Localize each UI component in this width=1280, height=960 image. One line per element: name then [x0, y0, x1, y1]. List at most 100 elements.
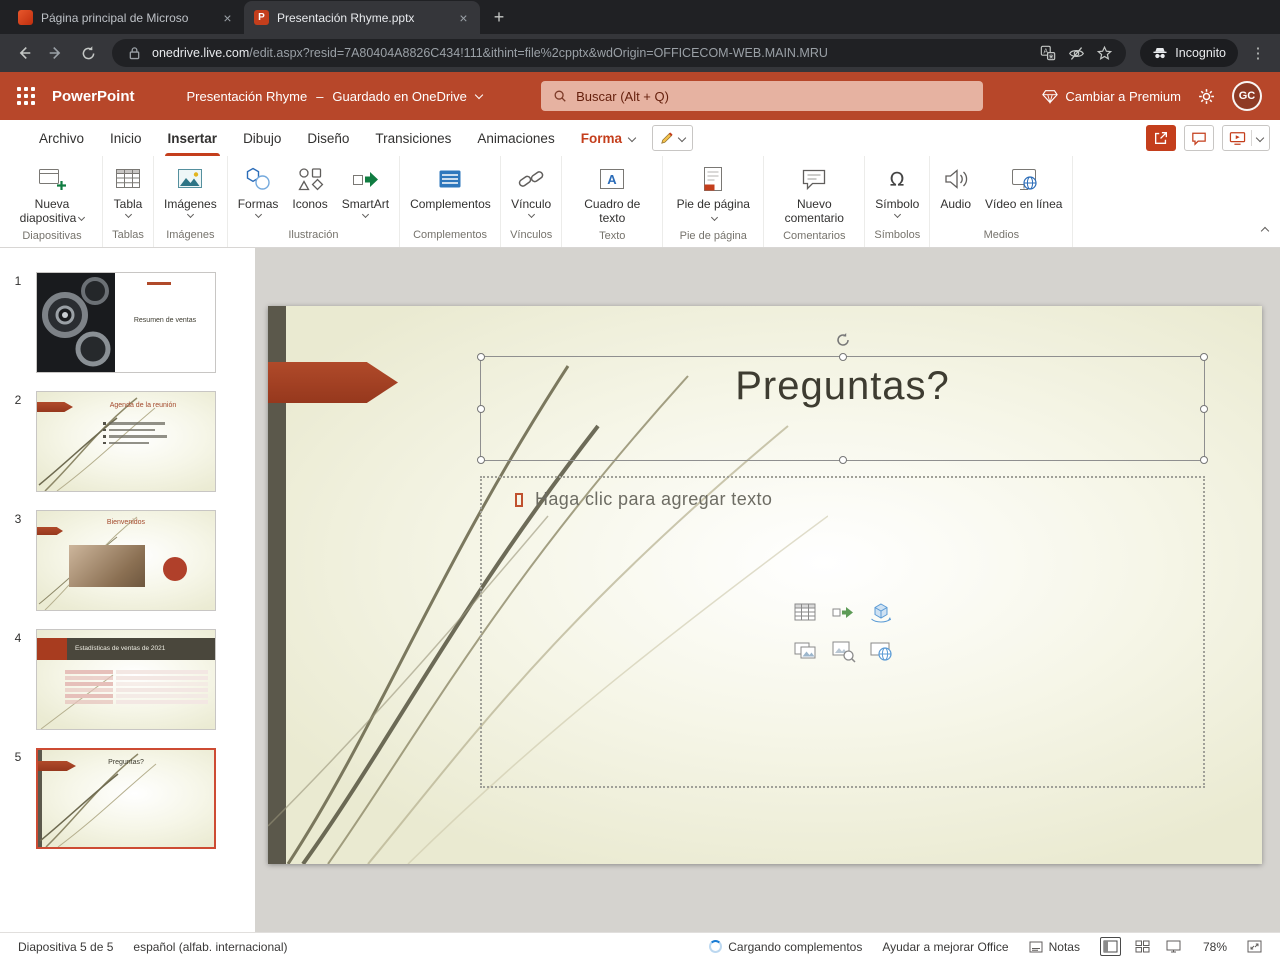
- tab-transiciones[interactable]: Transiciones: [362, 120, 464, 156]
- tab-animaciones[interactable]: Animaciones: [464, 120, 567, 156]
- tab-forma-contextual[interactable]: Forma: [568, 120, 627, 156]
- settings-gear-icon[interactable]: [1197, 87, 1216, 106]
- slide-surface[interactable]: Preguntas? Haga clic para agregar texto: [268, 306, 1262, 864]
- close-tab-icon[interactable]: ×: [219, 9, 236, 26]
- resize-handle-bottom-middle[interactable]: [838, 456, 847, 464]
- ppt-header: PowerPoint Presentación Rhyme – Guardado…: [0, 72, 1280, 120]
- slide-thumbnail-5-selected[interactable]: Preguntas?: [36, 748, 216, 849]
- slide-sorter-view-button[interactable]: [1133, 938, 1152, 955]
- zoom-level[interactable]: 78%: [1193, 940, 1237, 954]
- icons-button[interactable]: Iconos: [285, 161, 334, 213]
- improve-office-link[interactable]: Ayudar a mejorar Office: [872, 940, 1018, 954]
- slide-title-text[interactable]: Preguntas?: [735, 364, 950, 409]
- back-icon: [19, 47, 31, 59]
- grid-view-icon: [1135, 940, 1150, 953]
- tab-diseno[interactable]: Diseño: [294, 120, 362, 156]
- forma-tab-dropdown[interactable]: [627, 120, 644, 156]
- search-input[interactable]: Buscar (Alt + Q): [541, 81, 984, 111]
- new-slide-button[interactable]: Nueva diapositiva: [5, 161, 99, 227]
- comments-button[interactable]: [1184, 125, 1214, 151]
- browser-tab-presentation[interactable]: P Presentación Rhyme.pptx ×: [244, 1, 480, 34]
- ribbon-toolbar: Nueva diapositiva Diapositivas Tabla Tab…: [0, 156, 1280, 248]
- insert-table-icon[interactable]: [791, 599, 819, 627]
- footer-button[interactable]: Pie de página: [666, 161, 760, 227]
- resize-handle-middle-left[interactable]: [477, 404, 485, 413]
- rotate-handle[interactable]: [835, 332, 851, 348]
- new-comment-button[interactable]: Nuevo comentario: [767, 161, 861, 227]
- document-title[interactable]: Presentación Rhyme: [187, 89, 308, 104]
- browser-tab-home[interactable]: Página principal de Microso ×: [8, 1, 244, 34]
- browser-menu-icon[interactable]: ⋮: [1246, 44, 1270, 62]
- slide-row-1: 1 Resumen de ventas: [0, 272, 255, 373]
- editing-mode-button[interactable]: [651, 125, 693, 151]
- bookmark-star-icon[interactable]: [1094, 43, 1114, 63]
- smartart-button[interactable]: SmartArt: [335, 161, 396, 219]
- insert-stock-image-icon[interactable]: [829, 637, 857, 665]
- placeholder-prompt[interactable]: Haga clic para agregar texto: [482, 478, 1203, 510]
- insert-smartart-icon[interactable]: [829, 599, 857, 627]
- pictures-button[interactable]: Imágenes: [157, 161, 224, 219]
- editing-canvas[interactable]: Preguntas? Haga clic para agregar texto: [255, 248, 1280, 932]
- resize-handle-top-left[interactable]: [477, 353, 485, 361]
- textbox-button[interactable]: A Cuadro de texto: [565, 161, 659, 227]
- tab-inicio[interactable]: Inicio: [97, 120, 155, 156]
- slide-thumbnail-2[interactable]: Agenda de la reunión: [36, 391, 216, 492]
- symbol-button[interactable]: Ω Símbolo: [868, 161, 926, 219]
- share-button[interactable]: [1146, 125, 1176, 151]
- tab-archivo[interactable]: Archivo: [26, 120, 97, 156]
- close-tab-icon[interactable]: ×: [455, 9, 472, 26]
- url-path: /edit.aspx?resid=7A80404A8826C434!111&it…: [249, 46, 828, 60]
- tab-insertar[interactable]: Insertar: [155, 120, 231, 156]
- language-selector[interactable]: español (alfab. internacional): [123, 940, 297, 954]
- title-placeholder-selected[interactable]: Preguntas?: [477, 333, 1208, 464]
- group-label: Diapositivas: [22, 230, 82, 242]
- slideshow-view-button[interactable]: [1164, 938, 1183, 955]
- browser-toolbar: onedrive.live.com/edit.aspx?resid=7A8040…: [0, 34, 1280, 72]
- normal-view-button[interactable]: [1099, 937, 1121, 956]
- audio-button[interactable]: Audio: [933, 161, 978, 213]
- microsoft365-icon: [18, 10, 33, 25]
- slide-thumbnail-4[interactable]: Estadísticas de ventas de 2021: [36, 629, 216, 730]
- address-bar[interactable]: onedrive.live.com/edit.aspx?resid=7A8040…: [112, 39, 1127, 67]
- app-launcher-icon[interactable]: [10, 80, 42, 112]
- circle-shape: [163, 557, 187, 581]
- resize-handle-top-middle[interactable]: [838, 353, 847, 361]
- resize-handle-bottom-right[interactable]: [1200, 456, 1208, 464]
- new-tab-button[interactable]: +: [486, 4, 512, 30]
- app-name: PowerPoint: [52, 87, 135, 105]
- resize-handle-bottom-left[interactable]: [477, 456, 485, 464]
- shapes-button[interactable]: Formas: [231, 161, 286, 219]
- online-video-button[interactable]: Vídeo en línea: [978, 161, 1069, 213]
- translate-icon[interactable]: A: [1038, 43, 1058, 63]
- addins-button[interactable]: Complementos: [403, 161, 497, 213]
- insert-3d-model-icon[interactable]: [867, 599, 895, 627]
- present-button[interactable]: [1222, 125, 1270, 151]
- save-status[interactable]: Guardado en OneDrive: [332, 89, 466, 104]
- content-placeholder[interactable]: Haga clic para agregar texto: [480, 476, 1205, 788]
- thumb-title: Agenda de la reunión: [109, 402, 177, 409]
- upgrade-premium-button[interactable]: Cambiar a Premium: [1042, 89, 1181, 104]
- collapse-ribbon-button[interactable]: [1260, 221, 1270, 239]
- back-button[interactable]: [10, 39, 38, 67]
- reload-button[interactable]: [74, 39, 102, 67]
- fit-slide-button[interactable]: [1237, 940, 1272, 953]
- slide-number: 2: [14, 393, 22, 407]
- browser-tab-strip: Página principal de Microso × P Presenta…: [0, 0, 1280, 34]
- slide-thumbnail-1[interactable]: Resumen de ventas: [36, 272, 216, 373]
- chevron-up-icon: [1260, 226, 1270, 236]
- account-avatar[interactable]: GC: [1232, 81, 1262, 111]
- insert-online-video-icon[interactable]: [867, 637, 895, 665]
- group-label: Vínculos: [510, 229, 553, 241]
- notes-icon: [1029, 941, 1043, 952]
- table-button[interactable]: Tabla: [106, 161, 150, 219]
- tab-dibujo[interactable]: Dibujo: [230, 120, 294, 156]
- resize-handle-middle-right[interactable]: [1200, 404, 1208, 413]
- chart-preview: [65, 670, 208, 706]
- slide-thumbnail-3[interactable]: Bienvenidos: [36, 510, 216, 611]
- insert-picture-icon[interactable]: [791, 637, 819, 665]
- resize-handle-top-right[interactable]: [1200, 353, 1208, 361]
- link-button[interactable]: Vínculo: [504, 161, 558, 219]
- forward-button[interactable]: [42, 39, 70, 67]
- notes-toggle[interactable]: Notas: [1019, 940, 1090, 954]
- eye-blocked-icon[interactable]: [1066, 43, 1086, 63]
